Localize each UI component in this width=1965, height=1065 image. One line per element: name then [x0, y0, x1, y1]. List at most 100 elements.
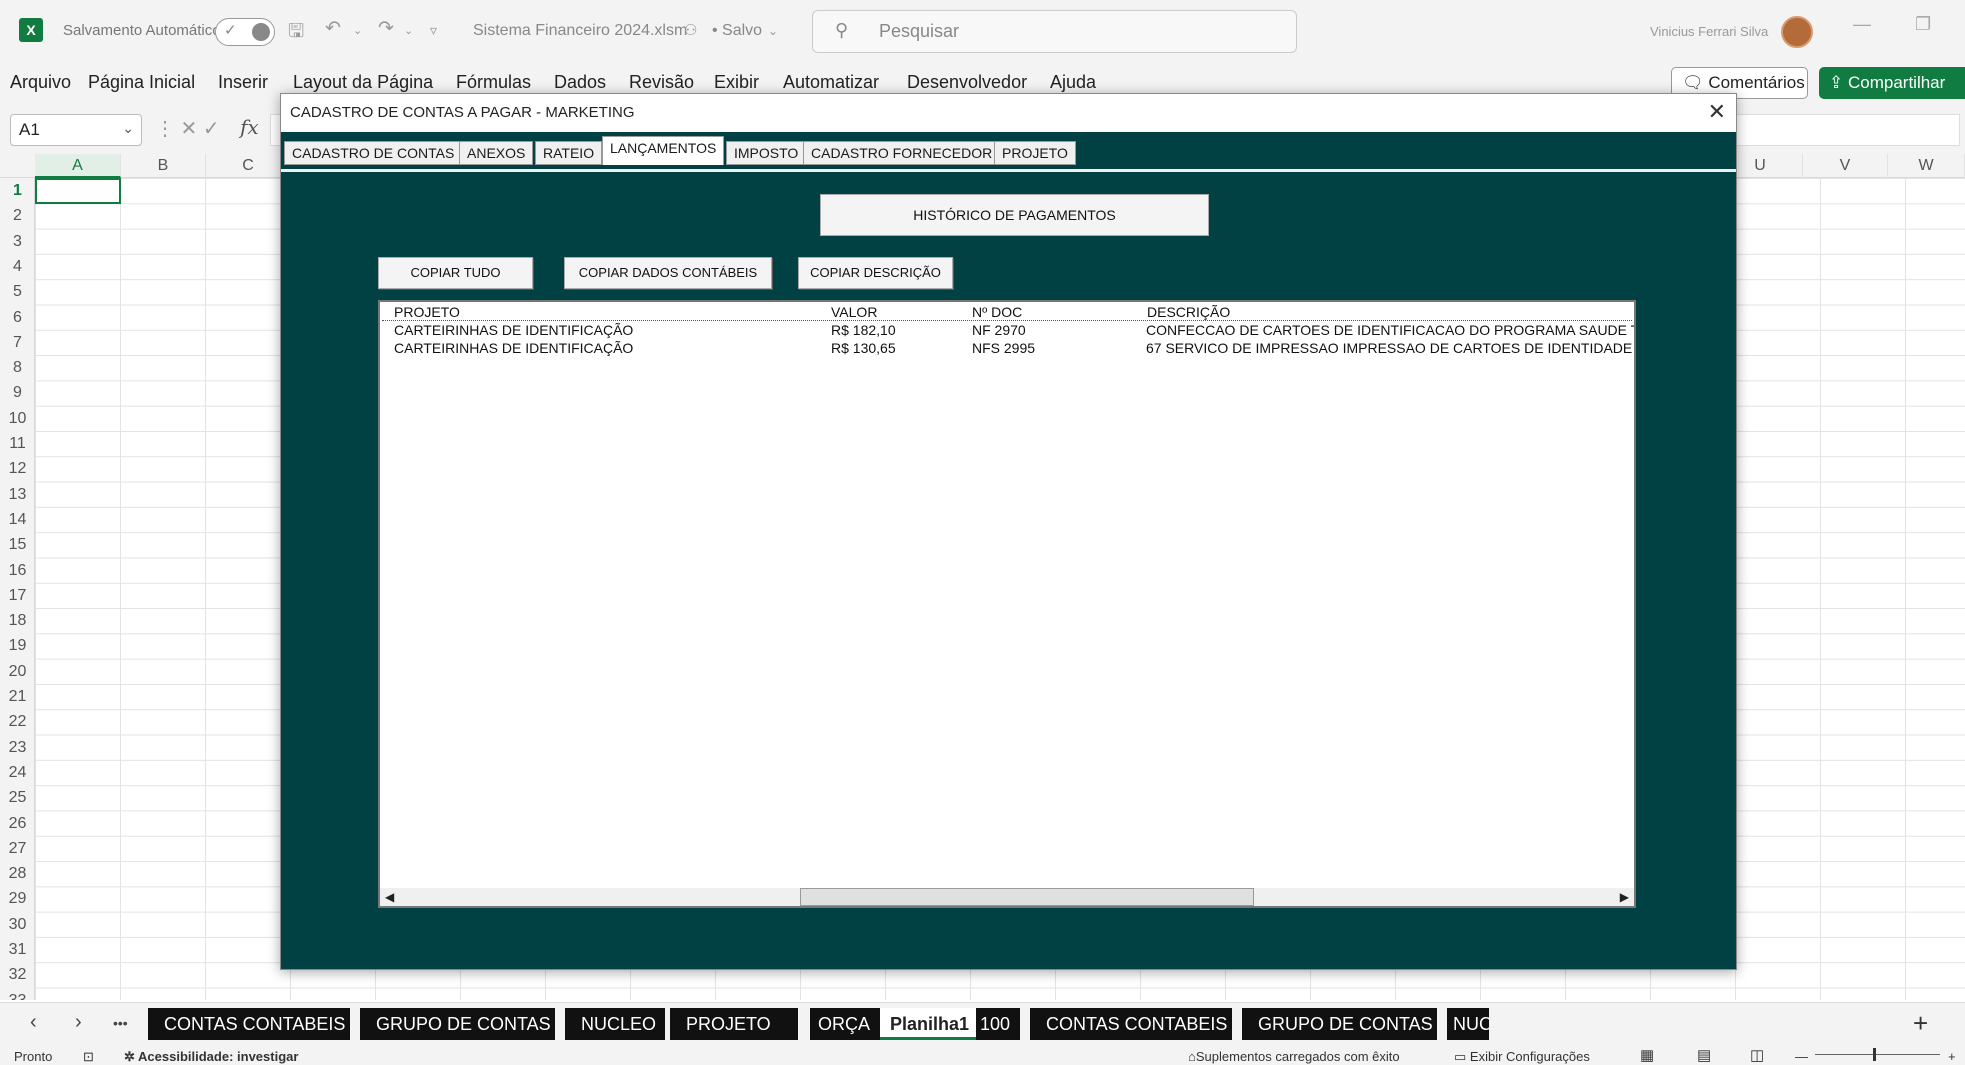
- sheet-tab[interactable]: NUC: [1447, 1008, 1489, 1040]
- redo-icon[interactable]: ↷: [378, 17, 394, 40]
- row-header[interactable]: 3: [0, 229, 35, 254]
- row-header[interactable]: 33: [0, 988, 35, 1000]
- add-sheet-icon[interactable]: +: [1913, 1008, 1928, 1039]
- row-header[interactable]: 17: [0, 583, 35, 608]
- column-header-v[interactable]: V: [1803, 154, 1888, 178]
- row-header[interactable]: 31: [0, 937, 35, 962]
- row-header[interactable]: 26: [0, 811, 35, 836]
- payments-listbox[interactable]: PROJETO VALOR Nº DOC DESCRIÇÃO CARTEIRIN…: [378, 300, 1636, 908]
- next-sheet-icon[interactable]: ›: [75, 1011, 82, 1034]
- menu-revisao[interactable]: Revisão: [629, 72, 694, 93]
- zoom-slider-handle[interactable]: [1873, 1048, 1876, 1061]
- row-header[interactable]: 20: [0, 659, 35, 684]
- display-settings[interactable]: ▭ Exibir Configurações: [1454, 1049, 1590, 1065]
- row-header[interactable]: 25: [0, 785, 35, 810]
- row-header[interactable]: 12: [0, 456, 35, 481]
- name-box[interactable]: A1 ⌄: [10, 114, 142, 146]
- tab-imposto[interactable]: IMPOSTO: [726, 141, 807, 165]
- menu-exibir[interactable]: Exibir: [714, 72, 759, 93]
- user-name[interactable]: Vinicius Ferrari Silva: [1650, 24, 1768, 39]
- row-header[interactable]: 13: [0, 482, 35, 507]
- zoom-slider[interactable]: [1815, 1054, 1940, 1055]
- search-box[interactable]: ⚲ Pesquisar: [812, 10, 1297, 53]
- insert-function-icon[interactable]: fx: [240, 115, 259, 139]
- avatar[interactable]: [1781, 16, 1813, 48]
- close-icon[interactable]: ✕: [1708, 99, 1726, 125]
- sheet-tab[interactable]: GRUPO DE CONTAS: [360, 1008, 555, 1040]
- menu-dados[interactable]: Dados: [554, 72, 606, 93]
- row-header[interactable]: 5: [0, 279, 35, 304]
- tab-anexos[interactable]: ANEXOS: [459, 141, 534, 165]
- row-header[interactable]: 24: [0, 760, 35, 785]
- minimize-icon[interactable]: —: [1853, 14, 1871, 35]
- scrollbar-thumb[interactable]: [800, 888, 1254, 906]
- row-header[interactable]: 32: [0, 962, 35, 987]
- sheet-tab[interactable]: NUCLEO: [565, 1008, 665, 1040]
- selected-cell[interactable]: [35, 178, 121, 204]
- row-header[interactable]: 8: [0, 355, 35, 380]
- row-header[interactable]: 19: [0, 633, 35, 658]
- chevron-down-icon[interactable]: ⌄: [768, 24, 778, 38]
- menu-ajuda[interactable]: Ajuda: [1050, 72, 1096, 93]
- copy-accounting-data-button[interactable]: COPIAR DADOS CONTÁBEIS: [564, 257, 772, 289]
- file-name[interactable]: Sistema Financeiro 2024.xlsm: [473, 22, 687, 40]
- column-header-w[interactable]: W: [1888, 154, 1965, 178]
- row-header[interactable]: 15: [0, 532, 35, 557]
- accessibility-status[interactable]: ✲ Acessibilidade: investigar: [124, 1049, 298, 1065]
- cancel-icon[interactable]: ⋮ ✕: [155, 118, 197, 140]
- scroll-right-icon[interactable]: ▶: [1620, 890, 1629, 904]
- row-header[interactable]: 29: [0, 886, 35, 911]
- undo-dropdown-icon[interactable]: ⌄: [353, 24, 362, 37]
- row-header[interactable]: 28: [0, 861, 35, 886]
- row-header[interactable]: 1: [0, 178, 35, 203]
- tab-projeto[interactable]: PROJETO: [994, 141, 1076, 165]
- tab-cadastro-fornecedor[interactable]: CADASTRO FORNECEDOR: [803, 141, 1001, 165]
- undo-icon[interactable]: ↶: [325, 17, 341, 40]
- page-layout-view-icon[interactable]: ▤: [1697, 1046, 1711, 1064]
- copy-all-button[interactable]: COPIAR TUDO: [378, 257, 533, 289]
- sheet-tab[interactable]: GRUPO DE CONTAS: [1242, 1008, 1437, 1040]
- row-header[interactable]: 16: [0, 558, 35, 583]
- confirm-icon[interactable]: ✓: [203, 118, 220, 140]
- chevron-down-icon[interactable]: ⌄: [122, 120, 134, 137]
- sheet-tab[interactable]: 100: [976, 1008, 1020, 1040]
- row-header[interactable]: 2: [0, 203, 35, 228]
- zoom-in-icon[interactable]: +: [1948, 1049, 1956, 1064]
- tab-cadastro-de-contas[interactable]: CADASTRO DE CONTAS: [284, 141, 463, 165]
- normal-view-icon[interactable]: ▦: [1640, 1046, 1654, 1064]
- restore-icon[interactable]: ❐: [1915, 14, 1931, 35]
- column-header-c[interactable]: C: [206, 154, 291, 178]
- row-header[interactable]: 27: [0, 836, 35, 861]
- row-header[interactable]: 9: [0, 380, 35, 405]
- menu-pagina-inicial[interactable]: Página Inicial: [88, 72, 195, 93]
- row-header[interactable]: 22: [0, 709, 35, 734]
- scroll-left-icon[interactable]: ◀: [385, 890, 394, 904]
- customize-toolbar-icon[interactable]: ▿: [430, 22, 437, 39]
- row-header[interactable]: 23: [0, 735, 35, 760]
- menu-desenvolvedor[interactable]: Desenvolvedor: [907, 72, 1027, 93]
- tab-rateio[interactable]: RATEIO: [535, 141, 603, 165]
- menu-automatizar[interactable]: Automatizar: [783, 72, 879, 93]
- addins-status[interactable]: ⌂Suplementos carregados com êxito: [1188, 1049, 1400, 1064]
- share-button[interactable]: ⇪ Compartilhar: [1819, 67, 1965, 99]
- menu-inserir[interactable]: Inserir: [218, 72, 268, 93]
- zoom-out-icon[interactable]: —: [1795, 1049, 1808, 1064]
- column-header-b[interactable]: B: [121, 154, 206, 178]
- menu-formulas[interactable]: Fórmulas: [456, 72, 531, 93]
- column-header-a[interactable]: A: [35, 154, 121, 178]
- row-header[interactable]: 18: [0, 608, 35, 633]
- sheet-tab[interactable]: CONTAS CONTABEIS: [148, 1008, 350, 1040]
- sheet-tab[interactable]: CONTAS CONTABEIS: [1030, 1008, 1232, 1040]
- row-header[interactable]: 4: [0, 254, 35, 279]
- autosave-toggle[interactable]: ✓: [215, 18, 275, 46]
- page-break-view-icon[interactable]: ◫: [1750, 1046, 1764, 1064]
- more-sheets-button[interactable]: •••: [113, 1015, 128, 1031]
- menu-arquivo[interactable]: Arquivo: [10, 72, 71, 93]
- row-header[interactable]: 11: [0, 431, 35, 456]
- save-icon[interactable]: 🖫: [288, 17, 304, 49]
- prev-sheet-icon[interactable]: ‹: [30, 1011, 37, 1034]
- history-button[interactable]: HISTÓRICO DE PAGAMENTOS: [820, 194, 1209, 236]
- sheet-tab[interactable]: ORÇA: [810, 1008, 880, 1040]
- redo-dropdown-icon[interactable]: ⌄: [404, 24, 413, 37]
- sheet-tab-active[interactable]: Planilha1: [880, 1008, 976, 1040]
